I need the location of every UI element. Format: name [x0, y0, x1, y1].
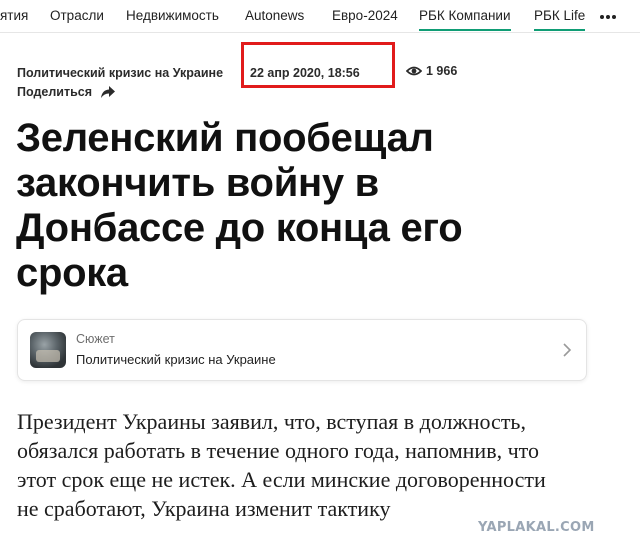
nav-item-real-estate[interactable]: Недвижимость: [126, 7, 219, 25]
nav-item-euro-2024[interactable]: Евро-2024: [332, 7, 398, 25]
watermark-logo: YAPLAKAL.COM: [478, 520, 595, 535]
share-label: Поделиться: [17, 85, 93, 99]
eye-icon: [406, 66, 422, 76]
nav-item-industries[interactable]: Отрасли: [50, 7, 104, 25]
share-arrow-icon: [101, 86, 116, 98]
article-lead: Президент Украины заявил, что, вступая в…: [17, 409, 546, 521]
story-title: Политический кризис на Украине: [76, 352, 276, 367]
top-navigation: ятия Отрасли Недвижимость Autonews Евро-…: [0, 0, 640, 32]
views-count: 1 966: [426, 64, 458, 78]
chevron-right-icon: [563, 343, 572, 357]
story-kicker: Сюжет: [76, 332, 115, 346]
story-card[interactable]: Сюжет Политический кризис на Украине: [17, 319, 587, 381]
nav-item-rbc-life[interactable]: РБК Life: [534, 7, 586, 31]
article-rubric-link[interactable]: Политический кризис на Украине: [17, 66, 223, 80]
date-highlight-box: [241, 42, 395, 88]
article-headline: Зеленский пообещал закончить войну в Дон…: [16, 116, 463, 295]
story-thumbnail: [30, 332, 66, 368]
share-button[interactable]: Поделиться: [17, 85, 116, 99]
nav-item-autonews[interactable]: Autonews: [245, 7, 304, 25]
nav-divider: [0, 32, 640, 33]
nav-item-enterprises[interactable]: ятия: [0, 7, 28, 25]
views-counter: 1 966: [406, 64, 457, 78]
more-dots-icon[interactable]: [598, 4, 640, 30]
nav-item-rbc-companies[interactable]: РБК Компании: [419, 7, 511, 31]
